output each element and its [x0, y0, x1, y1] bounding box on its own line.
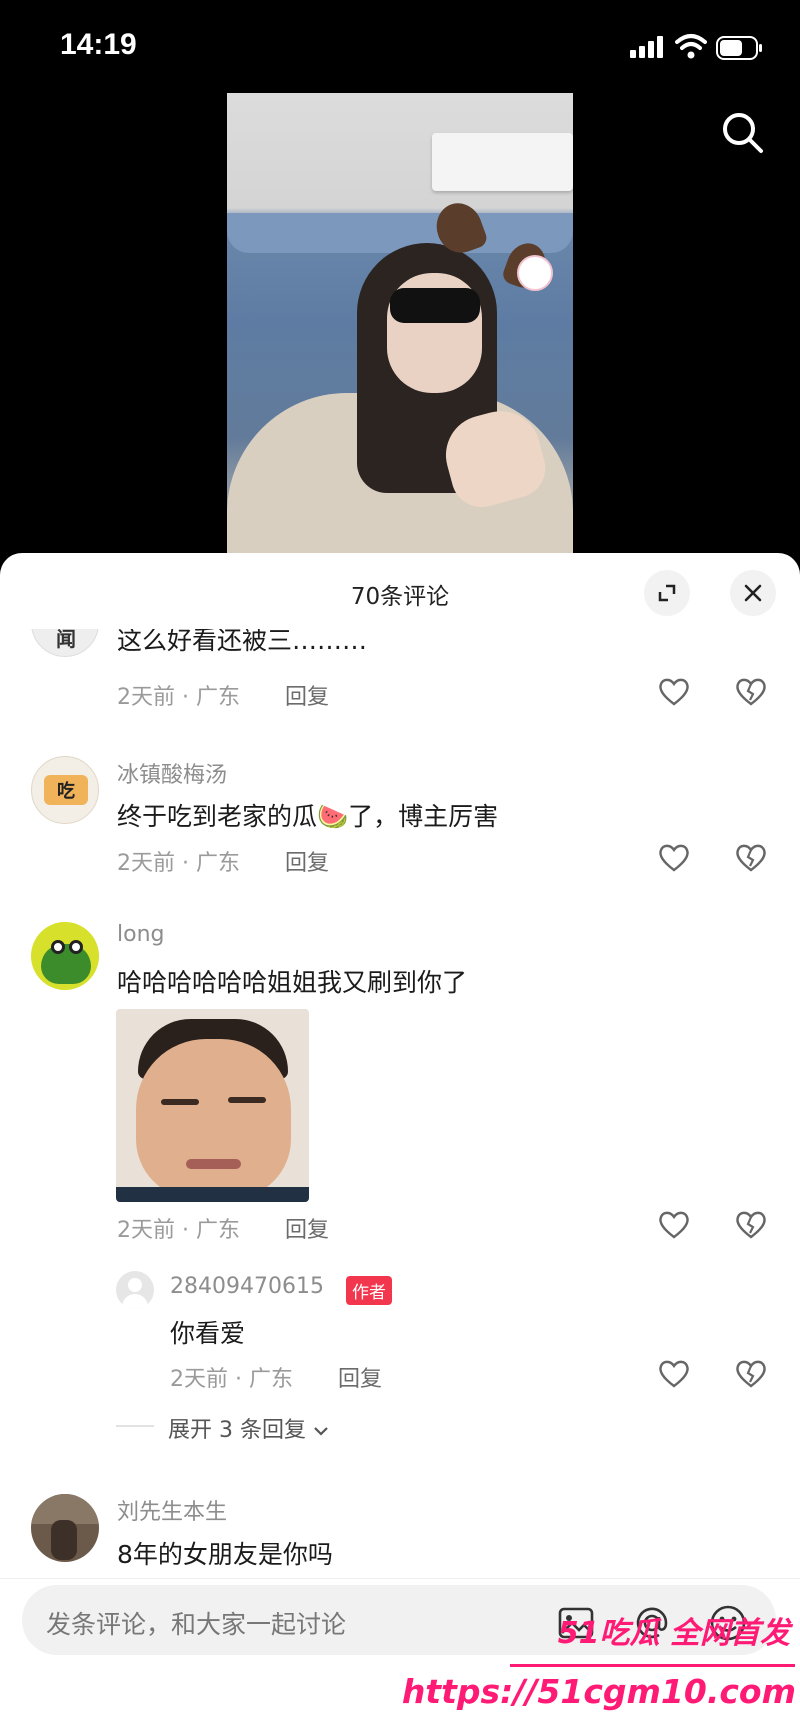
comment-username[interactable]: long: [117, 922, 164, 947]
reply-button[interactable]: 回复: [285, 1212, 329, 1244]
divider: [116, 1425, 154, 1427]
comment-time: 2天前 · 广东: [117, 1218, 240, 1243]
status-time: 14:19: [60, 28, 137, 61]
comment-text: 哈哈哈哈哈哈姐姐我又刷到你了: [117, 968, 468, 997]
comment-list[interactable]: 闻 这么好看还被三……… 2天前 · 广东 回复 吃 冰镇酸梅汤 终于吃到老家的…: [0, 629, 800, 1629]
avatar[interactable]: 吃: [31, 756, 99, 824]
comment-input-placeholder: 发条评论，和大家一起讨论: [46, 1610, 347, 1639]
heart-icon[interactable]: [657, 675, 691, 709]
battery-icon: [716, 36, 762, 60]
status-bar: 14:19: [0, 0, 800, 92]
heart-icon[interactable]: [657, 1357, 691, 1391]
heart-icon[interactable]: [657, 841, 691, 875]
comment-panel: 70条评论 闻 这么好看还被三……… 2天前 · 广东 回复 吃 冰镇酸梅汤 终…: [0, 553, 800, 1731]
avatar[interactable]: [31, 1494, 99, 1562]
comment-username[interactable]: 冰镇酸梅汤: [117, 757, 227, 789]
avatar[interactable]: [116, 1271, 154, 1309]
search-icon[interactable]: [718, 108, 766, 156]
comment-text: 终于吃到老家的瓜🍉了，博主厉害: [117, 802, 499, 831]
air-conditioner: [432, 133, 573, 191]
chevron-down-icon: [314, 1427, 328, 1436]
comment-text: 8年的女朋友是你吗: [117, 1540, 333, 1569]
reply-text: 你看爱: [170, 1319, 246, 1348]
watermark-url: https://51cgm10.com: [401, 1672, 796, 1711]
watermark: 51吃瓜 全网首发 https://51cgm10.com: [402, 1600, 800, 1731]
broken-heart-icon[interactable]: [734, 1208, 768, 1242]
cat-sticker: [517, 255, 553, 291]
broken-heart-icon[interactable]: [734, 1357, 768, 1391]
broken-heart-icon[interactable]: [734, 841, 768, 875]
reply-username[interactable]: 28409470615: [170, 1274, 324, 1299]
close-icon: [744, 584, 762, 602]
comment-text: 这么好看还被三………: [117, 629, 368, 655]
author-badge: 作者: [346, 1276, 392, 1305]
reply-button[interactable]: 回复: [285, 845, 329, 877]
sunglasses: [390, 288, 480, 323]
panel-header: 70条评论: [0, 553, 800, 629]
comment-time: 2天前 · 广东: [117, 685, 240, 710]
avatar[interactable]: [31, 922, 99, 990]
expand-icon: [658, 584, 676, 602]
wifi-icon: [675, 34, 707, 59]
signal-icon: [630, 36, 666, 58]
heart-icon[interactable]: [657, 1208, 691, 1242]
comment-image[interactable]: [116, 1009, 309, 1202]
close-button[interactable]: [730, 570, 776, 616]
expand-button[interactable]: [644, 570, 690, 616]
broken-heart-icon[interactable]: [734, 675, 768, 709]
expand-replies-button[interactable]: 展开 3 条回复: [168, 1412, 329, 1444]
comment-time: 2天前 · 广东: [117, 851, 240, 876]
video-player[interactable]: [227, 93, 573, 553]
comment-username[interactable]: 刘先生本生: [117, 1494, 227, 1526]
reply-button[interactable]: 回复: [285, 679, 329, 711]
watermark-brand: 51吃瓜 全网首发: [557, 1616, 790, 1651]
reply-time: 2天前 · 广东: [170, 1367, 293, 1392]
reply-button[interactable]: 回复: [338, 1361, 382, 1393]
avatar[interactable]: 闻: [31, 629, 99, 657]
